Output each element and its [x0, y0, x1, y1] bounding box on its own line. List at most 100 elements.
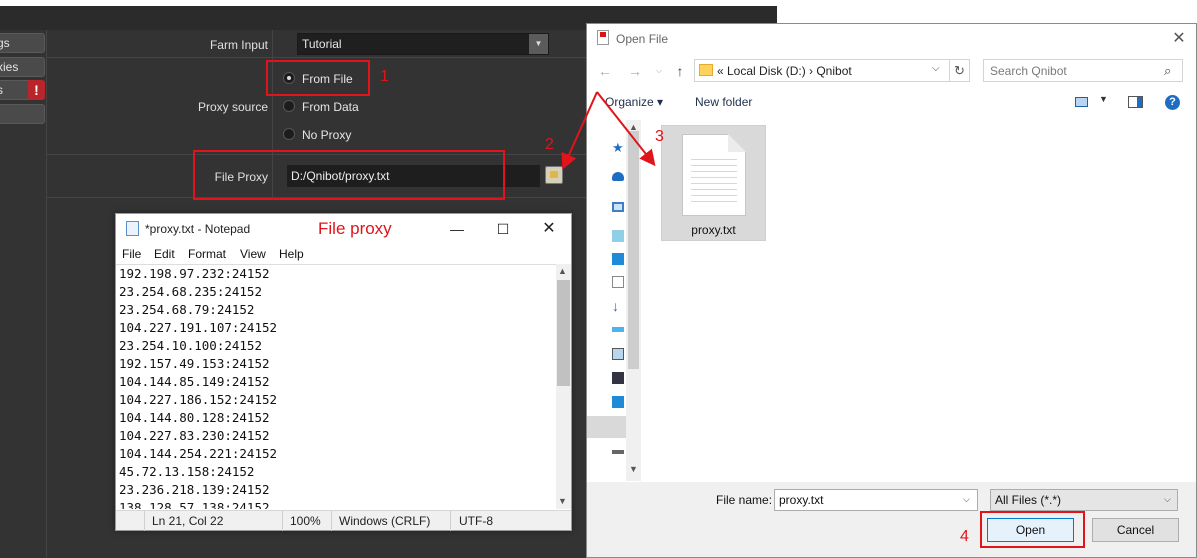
chevron-down-icon[interactable]: ▼	[529, 34, 548, 54]
farm-input-value: Tutorial	[302, 37, 342, 51]
menu-edit[interactable]: Edit	[154, 247, 175, 261]
text-line-mark	[691, 177, 737, 178]
text-line: 104.144.254.221:24152	[119, 446, 278, 461]
warning-icon: !	[28, 80, 45, 100]
sidebar-button-settings[interactable]: gs	[0, 33, 45, 53]
back-arrow-icon[interactable]: ←	[595, 60, 615, 82]
downloads-icon[interactable]: ↓	[612, 298, 624, 314]
filter-value: All Files (*.*)	[995, 493, 1062, 507]
nav-scroll-thumb[interactable]	[628, 131, 639, 369]
maximize-icon[interactable]: ☐	[480, 214, 526, 244]
folder-browse-icon[interactable]	[545, 166, 563, 184]
preview-pane-icon[interactable]	[1128, 96, 1143, 108]
menu-help[interactable]: Help	[279, 247, 304, 261]
quick-access-icon[interactable]: ★	[612, 140, 624, 155]
annotation-step-4: 4	[960, 528, 969, 545]
annotation-step-1: 1	[380, 68, 389, 85]
text-line-mark	[691, 201, 737, 202]
scroll-up-icon[interactable]: ▲	[629, 122, 638, 132]
close-icon[interactable]: ✕	[526, 214, 572, 244]
annotation-file-proxy-caption: File proxy	[318, 219, 392, 238]
filename-input[interactable]: proxy.txt ⌵	[774, 489, 978, 511]
file-item-proxy[interactable]: proxy.txt	[661, 125, 766, 241]
videos-icon[interactable]	[612, 372, 624, 384]
text-line: 23.236.218.139:24152	[119, 482, 270, 497]
filename-value: proxy.txt	[779, 493, 824, 507]
sidebar-button-extra[interactable]	[0, 104, 45, 124]
chevron-down-icon[interactable]: ⌵	[932, 63, 940, 74]
file-type-filter[interactable]: All Files (*.*) ⌵	[990, 489, 1178, 511]
cancel-button[interactable]: Cancel	[1092, 518, 1179, 542]
nav-selected-item[interactable]	[587, 416, 626, 438]
organize-menu[interactable]: Organize ▾	[605, 95, 663, 109]
menu-format[interactable]: Format	[188, 247, 226, 261]
3d-objects-icon[interactable]	[612, 230, 624, 242]
up-arrow-icon[interactable]: ↑	[670, 60, 690, 82]
recent-dropdown-icon[interactable]: ⌵	[649, 60, 669, 82]
status-separator	[282, 511, 283, 531]
open-file-dialog: Open File ✕ ← → ⌵ ↑ « Local Disk (D:) › …	[586, 23, 1197, 558]
text-line: 23.254.68.79:24152	[119, 302, 255, 317]
search-box[interactable]: Search Qnibot ⌕	[983, 59, 1183, 82]
this-pc-icon[interactable]	[612, 202, 624, 212]
windows-drive-icon[interactable]	[612, 396, 624, 408]
notepad-text-area[interactable]: 192.198.97.232:24152 23.254.68.235:24152…	[116, 264, 556, 509]
help-icon[interactable]: ?	[1165, 95, 1180, 110]
chevron-down-icon[interactable]: ⌵	[963, 494, 970, 505]
sidebar-button-proxies[interactable]: xies	[0, 57, 45, 77]
status-position: Ln 21, Col 22	[152, 514, 224, 528]
refresh-icon[interactable]: ↻	[950, 59, 970, 82]
chevron-down-icon[interactable]: ▼	[1099, 94, 1108, 104]
new-folder-button[interactable]: New folder	[695, 95, 752, 109]
desktop-icon[interactable]	[612, 253, 624, 265]
notepad-scroll-thumb[interactable]	[557, 280, 570, 386]
forward-arrow-icon[interactable]: →	[625, 60, 645, 82]
drive-icon[interactable]	[612, 450, 624, 454]
close-icon[interactable]: ✕	[1167, 27, 1191, 51]
sidebar-label: s	[0, 83, 3, 97]
divider	[46, 57, 586, 58]
sidebar-label: xies	[0, 60, 19, 74]
annotation-box-open	[980, 511, 1085, 548]
divider	[46, 30, 47, 558]
farm-input-select[interactable]: Tutorial	[297, 33, 549, 55]
radio-label-no-proxy: No Proxy	[302, 128, 352, 142]
documents-icon[interactable]	[612, 276, 624, 288]
folder-icon	[699, 64, 713, 76]
status-separator	[144, 511, 145, 531]
pictures-icon[interactable]	[612, 348, 624, 360]
view-icon[interactable]	[1075, 97, 1088, 107]
menu-view[interactable]: View	[240, 247, 266, 261]
scroll-down-icon[interactable]: ▼	[629, 464, 638, 474]
filename-label: File name:	[716, 493, 773, 507]
search-icon: ⌕	[1164, 63, 1172, 78]
text-line: 104.227.191.107:24152	[119, 320, 278, 335]
music-icon[interactable]	[612, 327, 624, 332]
scroll-down-icon[interactable]: ▼	[558, 496, 567, 506]
radio-from-data[interactable]	[283, 100, 295, 112]
text-line: 138.128.57.138:24152	[119, 500, 270, 509]
text-line-mark	[691, 165, 737, 166]
scroll-up-icon[interactable]: ▲	[558, 266, 567, 276]
minimize-icon[interactable]: —	[434, 214, 480, 244]
notepad-icon	[126, 221, 139, 236]
status-line-ending: Windows (CRLF)	[339, 514, 431, 528]
app-icon	[597, 30, 609, 45]
annotation-step-2: 2	[545, 136, 554, 153]
proxy-source-label: Proxy source	[197, 100, 268, 114]
onedrive-icon[interactable]	[612, 172, 624, 181]
dialog-titlebar: Open File ✕	[587, 24, 1196, 54]
text-line-mark	[691, 183, 737, 184]
chevron-down-icon[interactable]: ⌵	[1164, 494, 1171, 505]
menu-file[interactable]: File	[122, 247, 141, 261]
text-line-mark	[691, 189, 737, 190]
address-path: « Local Disk (D:) › Qnibot	[717, 64, 852, 78]
radio-no-proxy[interactable]	[283, 128, 295, 140]
text-line: 192.157.49.153:24152	[119, 356, 270, 371]
farm-input-label: Farm Input	[209, 38, 268, 52]
text-line: 104.144.85.149:24152	[119, 374, 270, 389]
address-bar[interactable]: « Local Disk (D:) › Qnibot ⌵	[694, 59, 950, 82]
text-line: 23.254.68.235:24152	[119, 284, 262, 299]
dialog-title: Open File	[616, 32, 669, 46]
search-placeholder: Search Qnibot	[990, 64, 1067, 78]
